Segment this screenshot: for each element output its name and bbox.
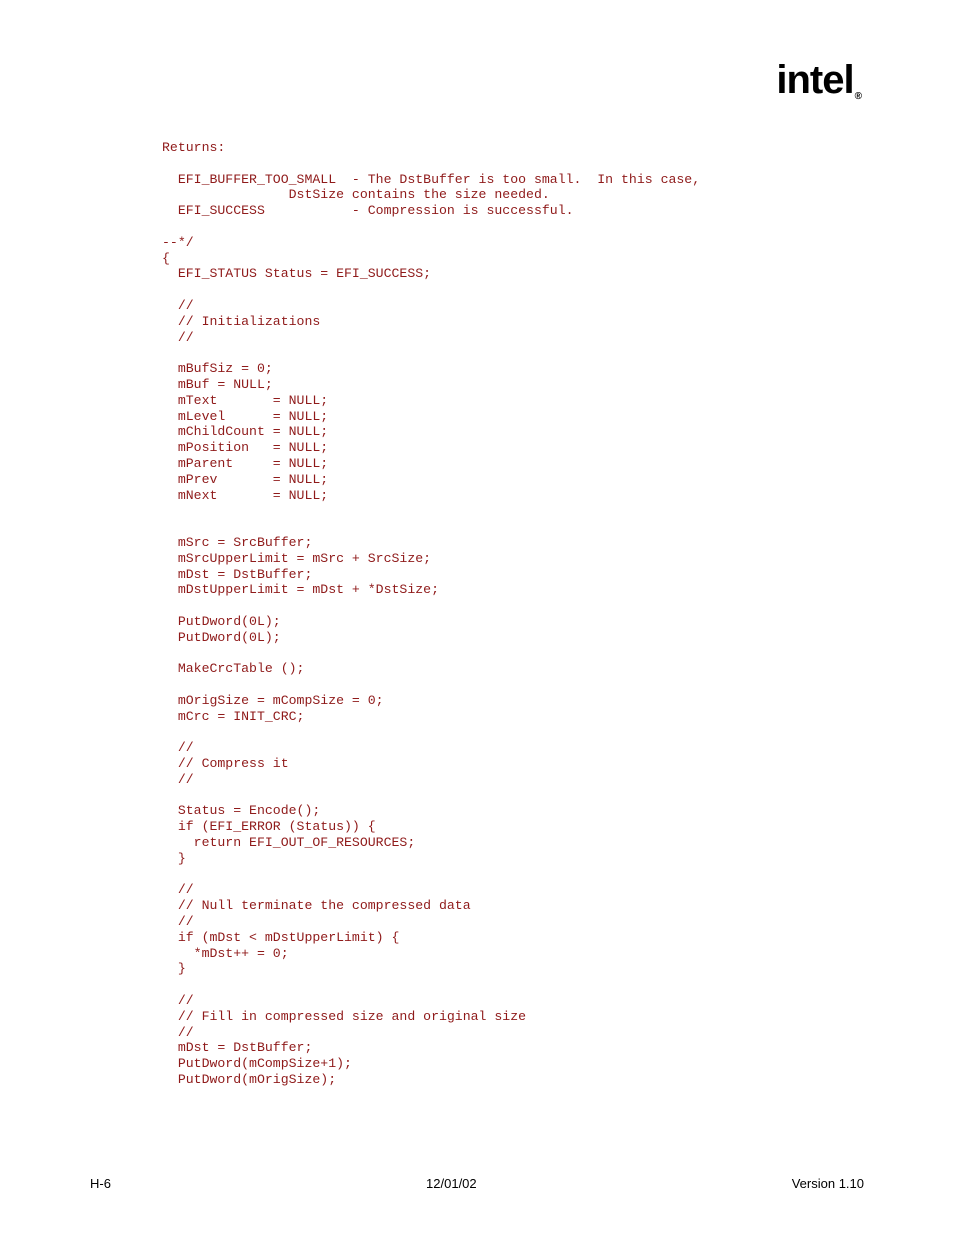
footer-version: Version 1.10 xyxy=(792,1176,864,1191)
intel-logo: intel® xyxy=(776,58,860,103)
page-footer: H-6 12/01/02 Version 1.10 xyxy=(90,1176,864,1191)
logo-text-suffix: l xyxy=(844,58,854,102)
footer-date: 12/01/02 xyxy=(426,1176,477,1191)
document-page: intel® Returns: EFI_BUFFER_TOO_SMALL - T… xyxy=(0,0,954,1235)
logo-registered-mark: ® xyxy=(855,91,861,102)
logo-text-prefix: int xyxy=(776,58,822,102)
logo-text-e: e xyxy=(822,58,843,103)
source-code-listing: Returns: EFI_BUFFER_TOO_SMALL - The DstB… xyxy=(162,140,864,1088)
footer-page-number: H-6 xyxy=(90,1176,111,1191)
